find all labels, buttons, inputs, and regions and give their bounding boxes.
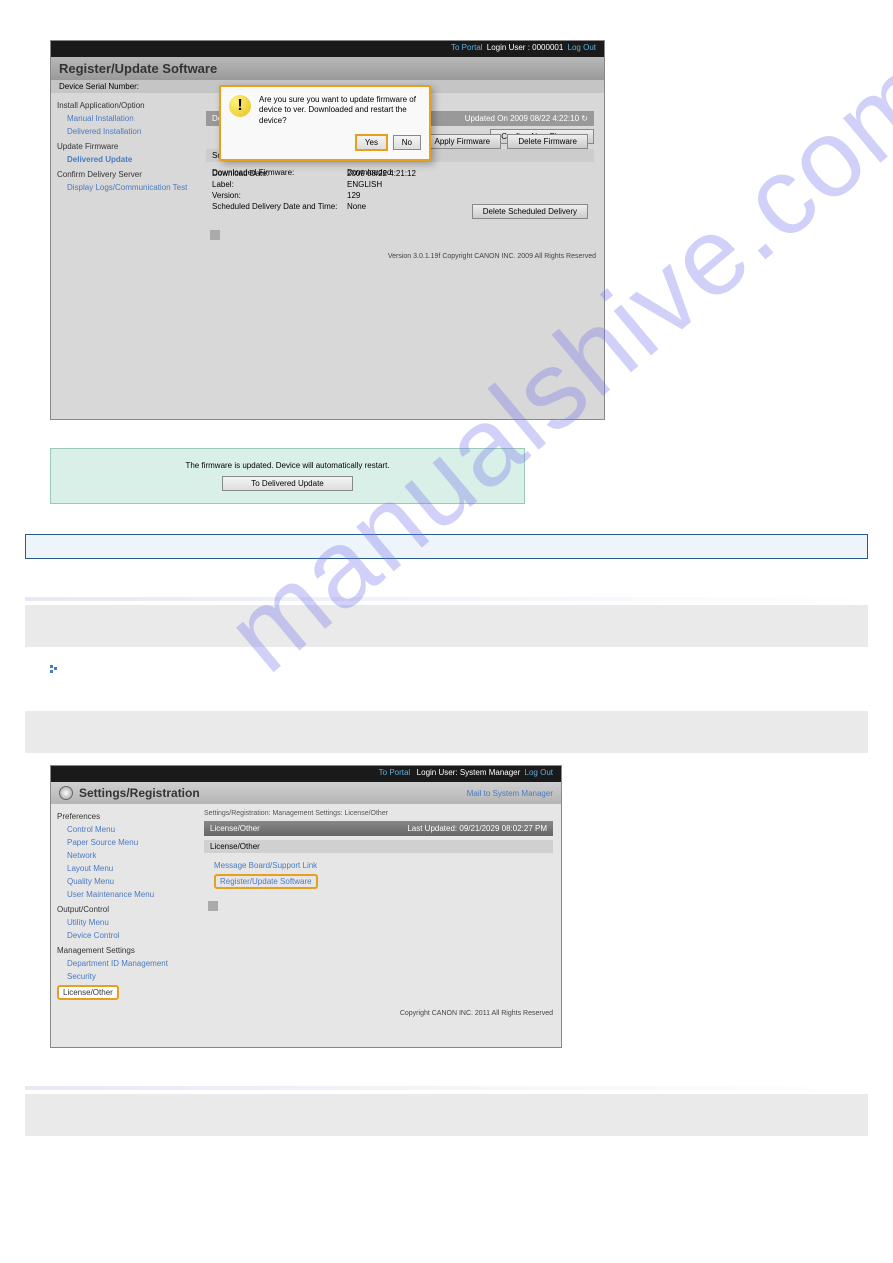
nav-dept-id[interactable]: Department ID Management (57, 957, 190, 970)
link-register-update-software[interactable]: Register/Update Software (214, 874, 318, 889)
note-block-1 (25, 534, 868, 559)
nav-manual-install[interactable]: Manual Installation (57, 112, 190, 125)
step-bullet-icon (50, 665, 868, 673)
refresh-icon[interactable]: ↻ (581, 114, 588, 123)
nav-header-update: Update Firmware (57, 142, 190, 151)
section-divider-1 (25, 597, 868, 647)
nav-display-logs[interactable]: Display Logs/Communication Test (57, 181, 190, 194)
nav-paper-source[interactable]: Paper Source Menu (57, 836, 190, 849)
nav-license-other[interactable]: License/Other (57, 985, 119, 1000)
main-panel-2: Settings/Registration: Management Settin… (196, 804, 561, 1006)
settings-registration-screenshot: To Portal Login User: System Manager Log… (50, 765, 562, 1048)
login-label: Login User (487, 43, 526, 52)
link-message-board[interactable]: Message Board/Support Link (214, 861, 543, 870)
nav-network[interactable]: Network (57, 849, 190, 862)
subhead-license: License/Other (204, 840, 553, 853)
value-version: 129 (347, 191, 588, 200)
no-button[interactable]: No (393, 135, 421, 150)
globe-icon (59, 786, 73, 800)
sidebar-nav-2: Preferences Control Menu Paper Source Me… (51, 804, 196, 1006)
nav-control-menu[interactable]: Control Menu (57, 823, 190, 836)
label-sched: Scheduled Delivery Date and Time: (212, 202, 347, 211)
yes-button[interactable]: Yes (355, 134, 388, 151)
top-bar-2: To Portal Login User: System Manager Log… (51, 766, 561, 782)
nav-layout-menu[interactable]: Layout Menu (57, 862, 190, 875)
nav-security[interactable]: Security (57, 970, 190, 983)
to-portal-link-2[interactable]: To Portal (379, 768, 411, 777)
logout-link[interactable]: Log Out (568, 43, 596, 52)
nav-delivered-install[interactable]: Delivered Installation (57, 125, 190, 138)
warning-icon: ! (229, 95, 251, 117)
bar-title-2: License/Other (210, 824, 260, 833)
nav-header-mgmt: Management Settings (57, 946, 190, 955)
sidebar-nav: Install Application/Option Manual Instal… (51, 93, 196, 249)
last-updated: Last Updated: 09/21/2029 08:02:27 PM (407, 824, 547, 833)
register-update-screenshot: To Portal Login User : 0000001 Log Out R… (50, 40, 605, 420)
footer-copyright: Version 3.0.1.19f Copyright CANON INC. 2… (51, 249, 604, 410)
page-top-icon-2[interactable] (208, 901, 218, 911)
to-delivered-update-button[interactable]: To Delivered Update (222, 476, 352, 491)
page-title: Register/Update Software (51, 57, 604, 80)
nav-header-install: Install Application/Option (57, 101, 190, 110)
page-title-2: Settings/Registration (79, 786, 200, 800)
section-divider-3 (25, 1086, 868, 1136)
delete-firmware-button[interactable]: Delete Firmware (507, 134, 588, 149)
to-portal-link[interactable]: To Portal (451, 43, 483, 52)
success-text: The firmware is updated. Device will aut… (63, 461, 512, 470)
label-version: Version: (212, 191, 347, 200)
logout-link-2[interactable]: Log Out (525, 768, 553, 777)
nav-quality-menu[interactable]: Quality Menu (57, 875, 190, 888)
page-top-icon[interactable] (210, 230, 220, 240)
login-user: 0000001 (532, 43, 563, 52)
login-label-2: Login User: (417, 768, 458, 777)
breadcrumb: Settings/Registration: Management Settin… (204, 810, 553, 817)
nav-header-output: Output/Control (57, 905, 190, 914)
apply-firmware-button[interactable]: Apply Firmware (424, 134, 502, 149)
nav-header-confirm: Confirm Delivery Server (57, 170, 190, 179)
nav-device-control[interactable]: Device Control (57, 929, 190, 942)
label-label: Label: (212, 180, 347, 189)
value-download-date: 2009 08/22 4:21:12 (347, 169, 588, 178)
updated-on: Updated On 2009 08/22 4:22:10 (465, 114, 579, 123)
section-divider-2 (25, 711, 868, 753)
nav-delivered-update[interactable]: Delivered Update (57, 153, 190, 166)
value-label: ENGLISH (347, 180, 588, 189)
success-notice: The firmware is updated. Device will aut… (50, 448, 525, 504)
mail-to-manager-link[interactable]: Mail to System Manager (467, 789, 553, 798)
nav-utility-menu[interactable]: Utility Menu (57, 916, 190, 929)
top-bar: To Portal Login User : 0000001 Log Out (51, 41, 604, 57)
nav-user-maintenance[interactable]: User Maintenance Menu (57, 888, 190, 901)
confirm-dialog: ! Are you sure you want to update firmwa… (219, 85, 431, 161)
dialog-message: Are you sure you want to update firmware… (259, 95, 421, 126)
delete-scheduled-button[interactable]: Delete Scheduled Delivery (472, 204, 588, 219)
section-bar: License/Other Last Updated: 09/21/2029 0… (204, 821, 553, 836)
login-user-2: System Manager (460, 768, 520, 777)
footer-copyright-2: Copyright CANON INC. 2011 All Rights Res… (51, 1006, 561, 1047)
label-download-date: Download Date: (212, 169, 347, 178)
nav-header-pref: Preferences (57, 812, 190, 821)
